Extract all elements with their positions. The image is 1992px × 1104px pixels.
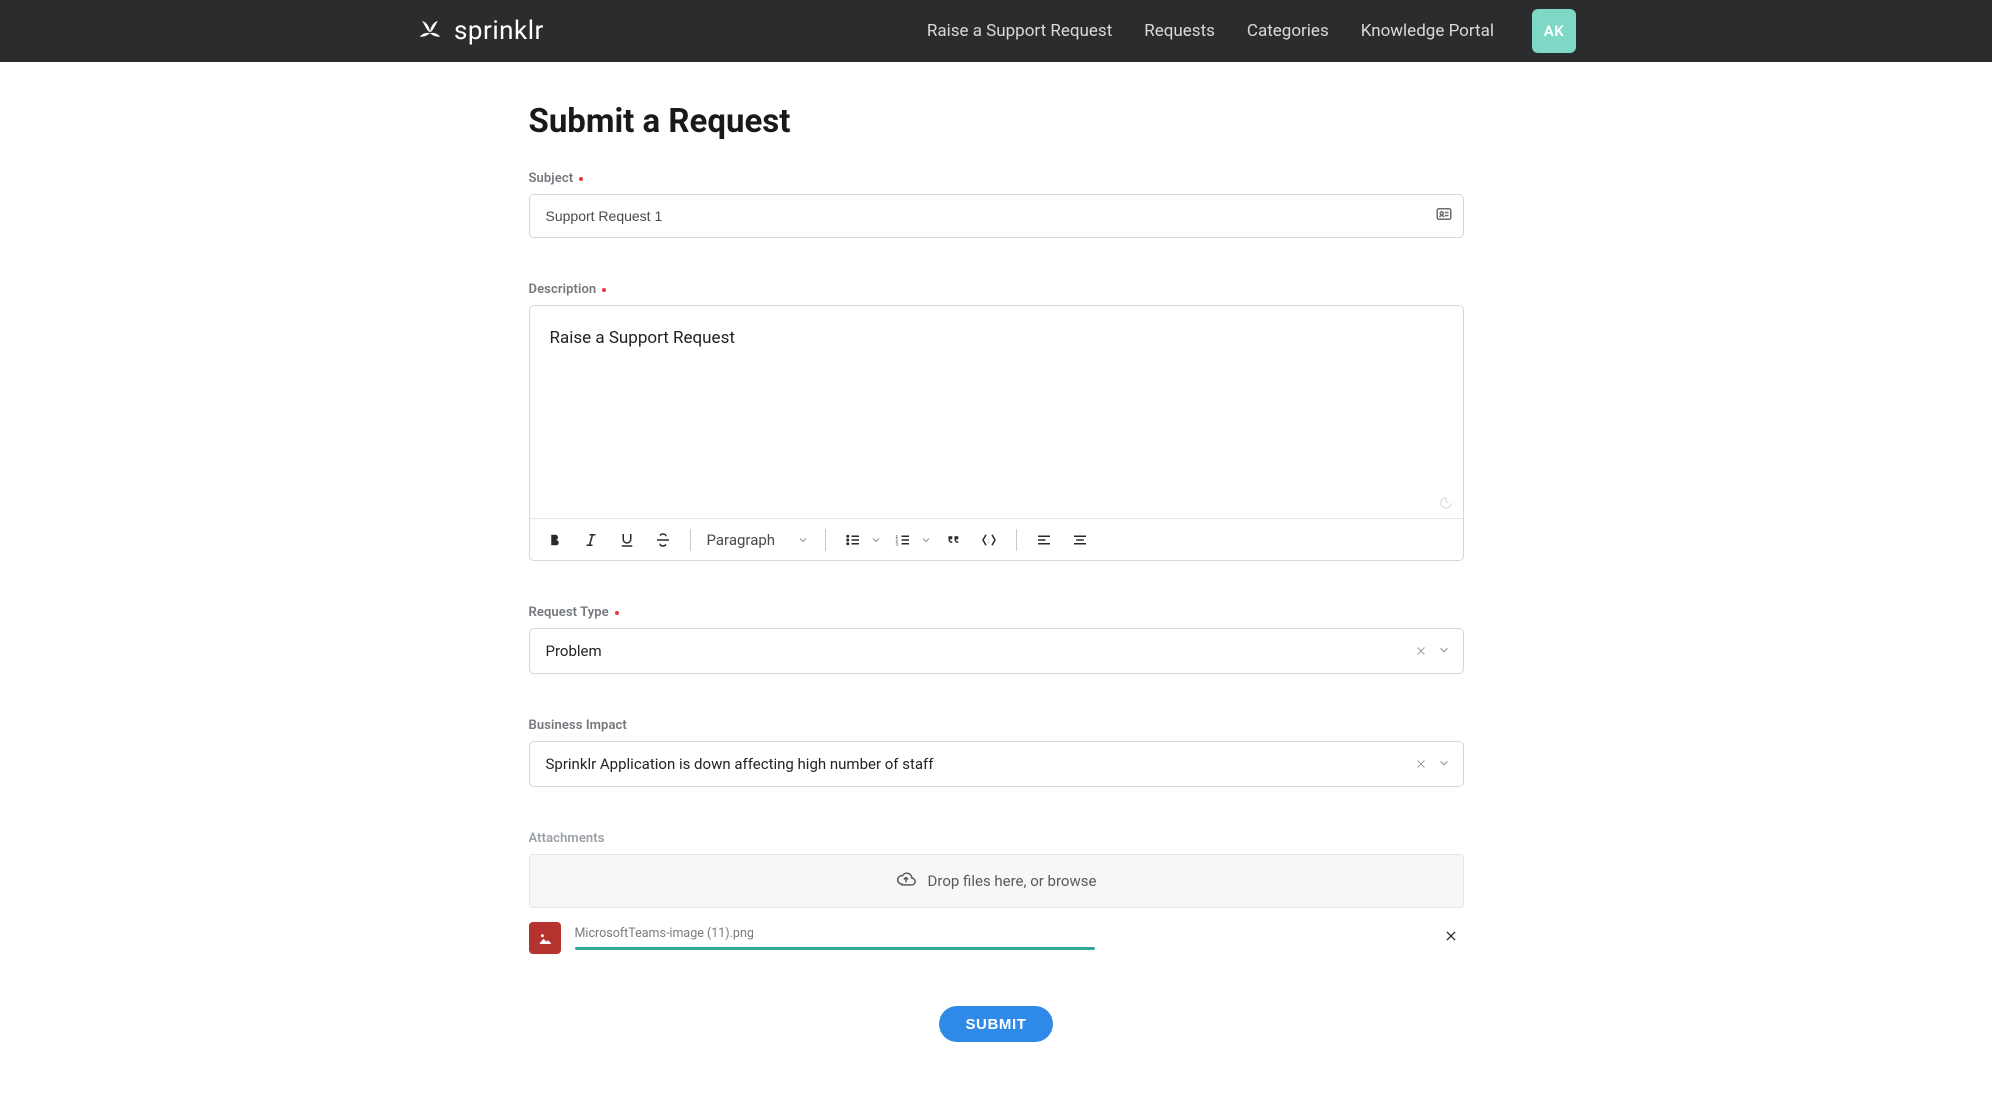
id-card-icon	[1435, 205, 1453, 227]
remove-attachment-button[interactable]	[1438, 925, 1464, 951]
image-thumbnail-icon	[529, 922, 561, 954]
dropzone-text: Drop files here, or browse	[928, 872, 1097, 890]
user-avatar[interactable]: AK	[1532, 9, 1576, 53]
submit-button[interactable]: SUBMIT	[939, 1006, 1052, 1042]
required-indicator	[615, 611, 619, 615]
toolbar-divider	[690, 529, 691, 551]
editor-toolbar: Paragraph 1 2 3	[530, 518, 1463, 560]
svg-text:;: ;	[988, 538, 990, 544]
code-block-button[interactable]: ;	[974, 525, 1004, 555]
upload-progress-fill	[575, 947, 1095, 950]
nav-knowledge-portal[interactable]: Knowledge Portal	[1361, 21, 1494, 41]
svg-text:3: 3	[896, 541, 899, 546]
block-format-select[interactable]: Paragraph	[703, 525, 814, 555]
clear-icon[interactable]	[1415, 755, 1427, 774]
attachments-label: Attachments	[529, 831, 1464, 846]
cloud-upload-icon	[896, 869, 916, 893]
bold-button[interactable]	[540, 525, 570, 555]
request-type-select[interactable]: Problem	[529, 628, 1464, 674]
business-impact-select[interactable]: Sprinklr Application is down affecting h…	[529, 741, 1464, 787]
required-indicator	[602, 288, 606, 292]
chevron-down-icon[interactable]	[920, 534, 932, 546]
underline-button[interactable]	[612, 525, 642, 555]
bulleted-list-button[interactable]	[838, 525, 868, 555]
brand-name: sprinklr	[454, 16, 544, 46]
page-title: Submit a Request	[529, 102, 1464, 141]
nav-raise-request[interactable]: Raise a Support Request	[927, 21, 1112, 41]
chevron-down-icon	[1437, 642, 1451, 661]
nav-requests[interactable]: Requests	[1144, 21, 1215, 41]
subject-field[interactable]	[529, 194, 1464, 238]
description-label: Description	[529, 282, 1464, 297]
italic-button[interactable]	[576, 525, 606, 555]
attachment-filename: MicrosoftTeams-image (11).png	[575, 926, 1504, 941]
chevron-down-icon	[797, 534, 809, 546]
description-editor: Raise a Support Request	[529, 305, 1464, 561]
chevron-down-icon	[1437, 755, 1451, 774]
blockquote-button[interactable]	[938, 525, 968, 555]
align-center-button[interactable]	[1065, 525, 1095, 555]
attachment-item: MicrosoftTeams-image (11).png	[529, 922, 1464, 954]
numbered-list-button[interactable]: 1 2 3	[888, 525, 918, 555]
business-impact-label: Business Impact	[529, 718, 1464, 733]
toolbar-divider	[825, 529, 826, 551]
business-impact-value: Sprinklr Application is down affecting h…	[546, 755, 1405, 773]
close-icon	[1444, 929, 1458, 943]
grammar-check-icon[interactable]	[1439, 495, 1453, 514]
subject-input[interactable]	[544, 207, 1421, 225]
nav-categories[interactable]: Categories	[1247, 21, 1329, 41]
sprinklr-burst-icon	[416, 17, 444, 45]
upload-progress-track	[575, 947, 1095, 950]
required-indicator	[579, 177, 583, 181]
subject-label: Subject	[529, 171, 1464, 186]
description-textarea[interactable]: Raise a Support Request	[530, 306, 1463, 518]
attachments-dropzone[interactable]: Drop files here, or browse	[529, 854, 1464, 908]
primary-nav: Raise a Support Request Requests Categor…	[927, 9, 1576, 53]
request-type-value: Problem	[546, 642, 1405, 660]
align-left-button[interactable]	[1029, 525, 1059, 555]
request-type-label: Request Type	[529, 605, 1464, 620]
strikethrough-button[interactable]	[648, 525, 678, 555]
brand-logo[interactable]: sprinklr	[416, 16, 544, 46]
clear-icon[interactable]	[1415, 642, 1427, 661]
app-header: sprinklr Raise a Support Request Request…	[0, 0, 1992, 62]
toolbar-divider	[1016, 529, 1017, 551]
chevron-down-icon[interactable]	[870, 534, 882, 546]
